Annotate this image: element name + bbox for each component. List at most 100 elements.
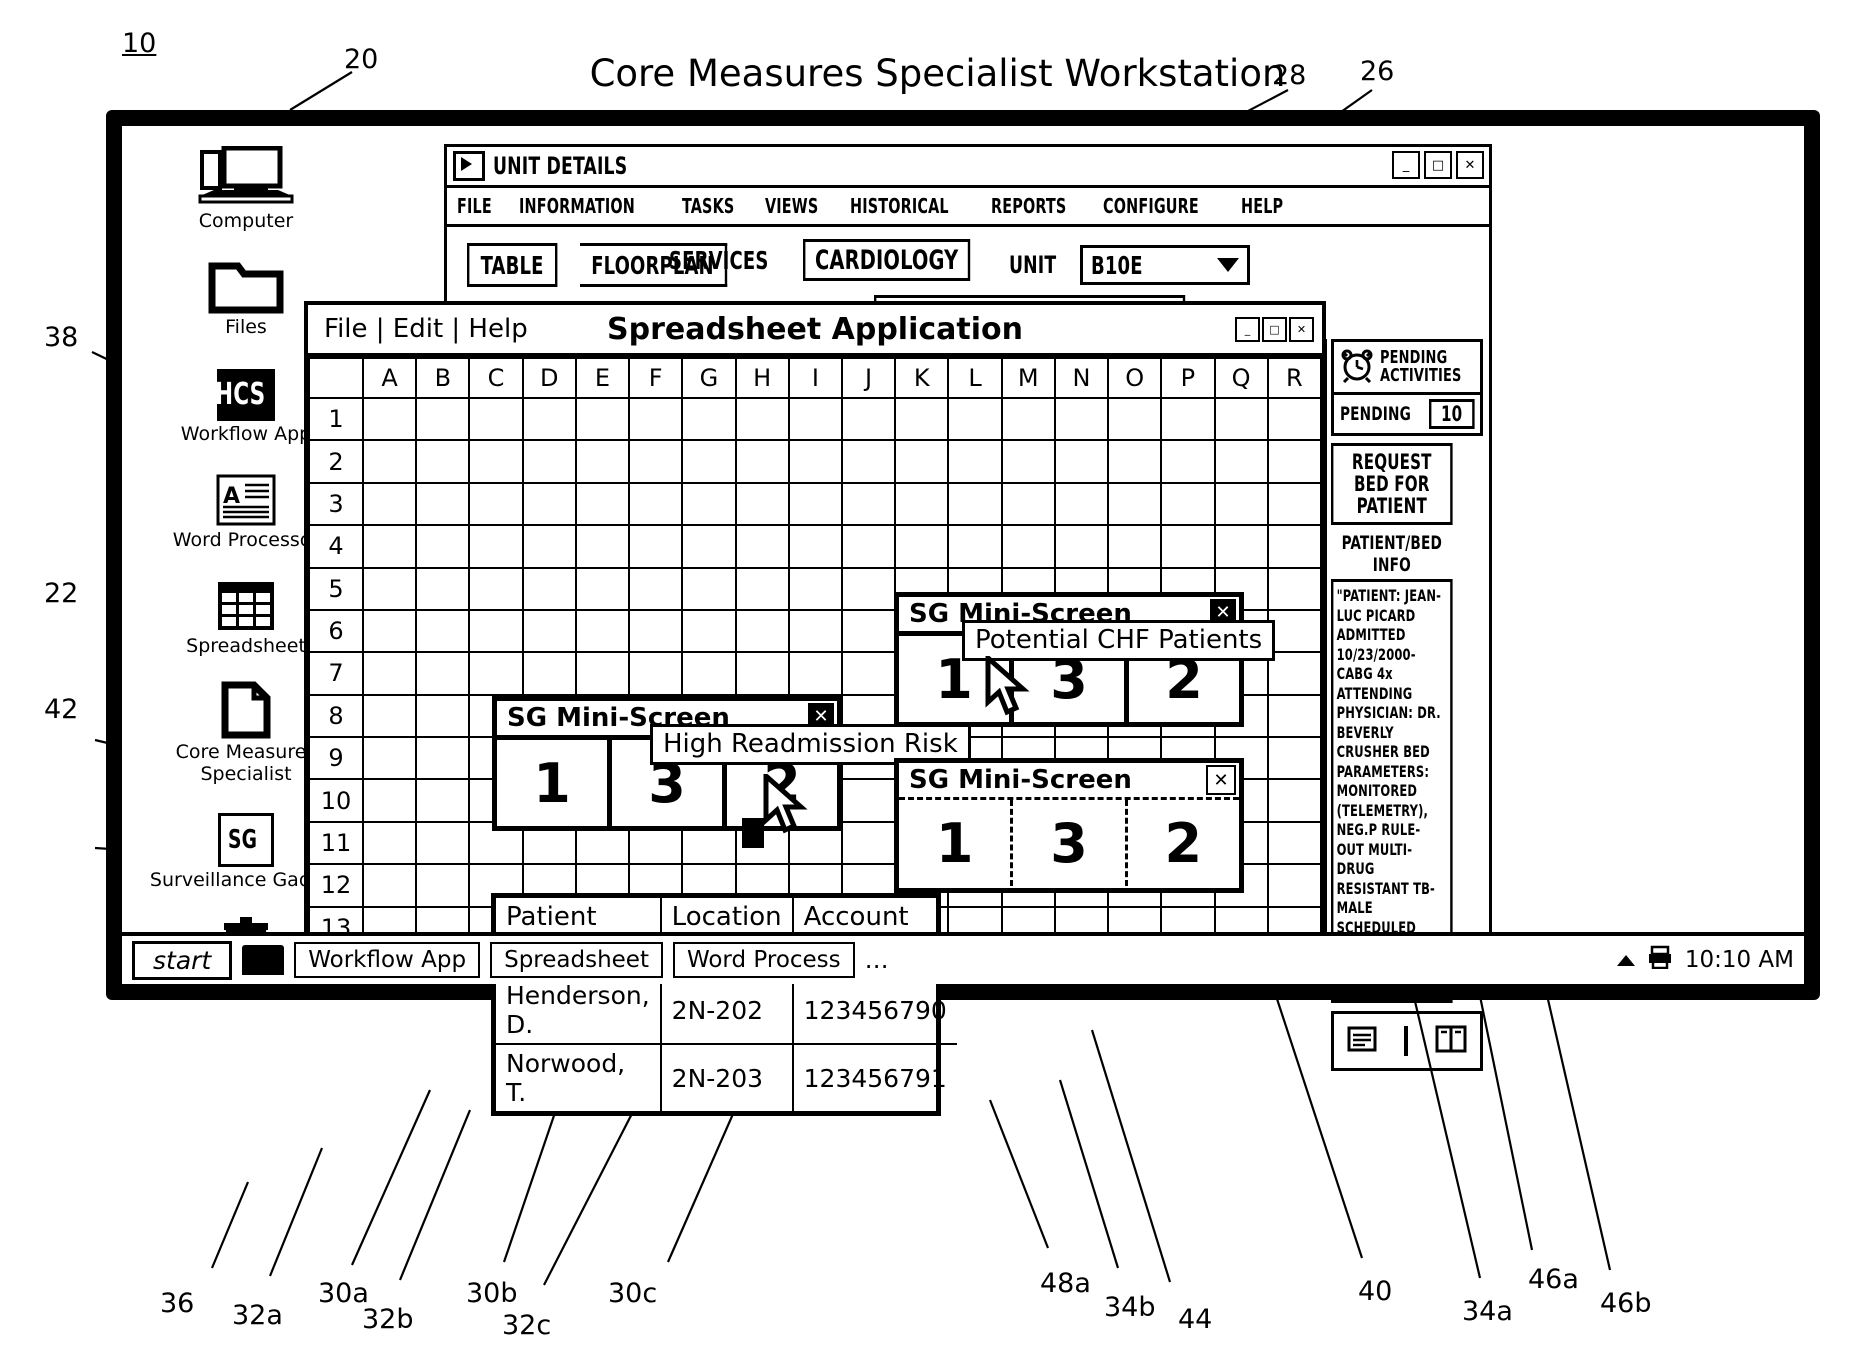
spreadsheet-cell[interactable] [734,396,790,442]
spreadsheet-cell[interactable] [734,608,790,654]
column-header[interactable]: P [1160,357,1216,399]
spreadsheet-cell[interactable] [468,524,524,569]
spreadsheet-cell[interactable] [1000,439,1056,484]
minimize-icon[interactable]: _ [1392,151,1420,179]
close-icon[interactable]: ✕ [1289,316,1314,342]
spreadsheet-cell[interactable] [1266,863,1323,908]
caret-up-icon[interactable] [1616,954,1635,966]
spreadsheet-cell[interactable] [574,481,631,527]
spreadsheet-cell[interactable] [521,651,577,696]
spreadsheet-cell[interactable] [521,566,577,611]
spreadsheet-cell[interactable] [1000,524,1056,569]
spreadsheet-cell[interactable] [628,439,684,484]
row-header[interactable]: 4 [308,524,364,569]
column-header[interactable]: K [894,357,950,399]
spreadsheet-cell[interactable] [468,651,524,696]
spreadsheet-cell[interactable] [415,566,471,611]
menu-configure[interactable]: CONFIGURE [1103,194,1199,218]
column-header[interactable]: B [415,357,471,399]
spreadsheet-cell[interactable] [415,396,471,442]
spreadsheet-cell[interactable] [947,396,1003,442]
spreadsheet-cell[interactable] [468,608,524,654]
unit-window-controls[interactable]: _ □ ✕ [1392,151,1484,179]
spreadsheet-cell[interactable] [1266,524,1323,569]
menu-views[interactable]: VIEWS [765,194,818,218]
spreadsheet-cell[interactable] [681,651,737,696]
taskbar-overflow[interactable]: … [865,946,889,974]
spreadsheet-cell[interactable] [894,481,950,527]
spreadsheet-cell[interactable] [787,651,843,696]
spreadsheet-cell[interactable] [415,439,471,484]
spreadsheet-cell[interactable] [1160,396,1216,442]
spreadsheet-cell[interactable] [947,524,1003,569]
row-header[interactable]: 2 [308,439,364,484]
row-header[interactable]: 8 [308,693,364,739]
unit-dropdown[interactable]: B10E [1080,245,1251,285]
spreadsheet-cell[interactable] [840,566,897,611]
maximize-icon[interactable]: □ [1262,316,1287,342]
spreadsheet-cell[interactable] [1160,439,1216,484]
taskbar-button-workflow-app[interactable]: Workflow App [294,942,481,978]
spreadsheet-row[interactable]: 1 [308,396,1323,442]
spreadsheet-cell[interactable] [1266,439,1323,484]
spreadsheet-cell[interactable] [468,481,524,527]
spreadsheet-cell[interactable] [840,608,897,654]
spreadsheet-cell[interactable] [1053,481,1110,527]
spreadsheet-window-controls[interactable]: _ □ ✕ [1235,316,1314,342]
menu-information[interactable]: INFORMATION [519,194,635,218]
row-header[interactable]: 11 [308,820,364,866]
sg-cells[interactable]: 1 3 2 [899,800,1239,886]
spreadsheet-cell[interactable] [521,396,577,442]
menu-file[interactable]: FILE [457,194,492,218]
spreadsheet-cell[interactable] [840,481,897,527]
spreadsheet-cell[interactable] [787,608,843,654]
column-header[interactable]: M [1000,357,1056,399]
column-header[interactable]: L [947,357,1003,399]
spreadsheet-cell[interactable] [1053,524,1110,569]
row-header[interactable]: 10 [308,778,364,823]
sg-cell[interactable]: 2 [1128,800,1239,886]
spreadsheet-cell[interactable] [574,396,631,442]
right-panel-toolbar[interactable] [1331,1010,1483,1071]
spreadsheet-cell[interactable] [415,863,471,908]
taskbar-button-spreadsheet[interactable]: Spreadsheet [490,942,663,978]
spreadsheet-cell[interactable] [894,524,950,569]
spreadsheet-cell[interactable] [681,439,737,484]
spreadsheet-cell[interactable] [1266,481,1323,527]
spreadsheet-cell[interactable] [1266,693,1323,739]
spreadsheet-cell[interactable] [1000,481,1056,527]
row-header[interactable]: 7 [308,651,364,696]
spreadsheet-cell[interactable] [361,608,418,654]
spreadsheet-cell[interactable] [1213,439,1269,484]
spreadsheet-cell[interactable] [361,439,418,484]
spreadsheet-cell[interactable] [1266,820,1323,866]
spreadsheet-cell[interactable] [361,820,418,866]
spreadsheet-cell[interactable] [787,481,843,527]
spreadsheet-cell[interactable] [734,566,790,611]
spreadsheet-cell[interactable] [734,651,790,696]
spreadsheet-row[interactable]: 2 [308,439,1323,484]
spreadsheet-cell[interactable] [415,524,471,569]
close-icon[interactable]: ✕ [1456,151,1484,179]
spreadsheet-cell[interactable] [1266,396,1323,442]
column-header[interactable]: A [361,357,418,399]
spreadsheet-cell[interactable] [574,566,631,611]
spreadsheet-cell[interactable] [1053,396,1110,442]
spreadsheet-cell[interactable] [415,820,471,866]
column-header[interactable]: Q [1213,357,1269,399]
spreadsheet-cell[interactable] [361,651,418,696]
spreadsheet-cell[interactable] [1160,481,1216,527]
spreadsheet-cell[interactable] [947,439,1003,484]
spreadsheet-cell[interactable] [415,735,471,781]
spreadsheet-row[interactable]: 3 [308,481,1323,527]
spreadsheet-cell[interactable] [1266,566,1323,611]
column-header[interactable]: C [468,357,524,399]
spreadsheet-cell[interactable] [840,439,897,484]
menu-reports[interactable]: REPORTS [991,194,1066,218]
spreadsheet-cell[interactable] [1266,735,1323,781]
spreadsheet-cell[interactable] [1160,524,1216,569]
spreadsheet-cell[interactable] [1053,439,1110,484]
spreadsheet-cell[interactable] [361,735,418,781]
spreadsheet-cell[interactable] [361,566,418,611]
spreadsheet-cell[interactable] [787,566,843,611]
